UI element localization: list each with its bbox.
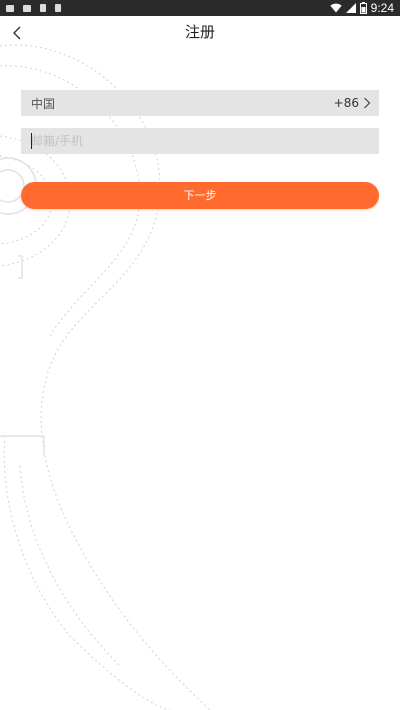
chevron-right-icon [364, 97, 371, 109]
account-input[interactable] [21, 128, 379, 154]
text-cursor [31, 133, 32, 149]
status-time: 9:24 [370, 1, 394, 15]
keyboard-icon [6, 4, 14, 12]
message-icon [23, 4, 31, 12]
notification-icons [6, 3, 61, 13]
app-icon [55, 4, 61, 12]
battery-icon [359, 2, 367, 14]
country-name: 中国 [31, 96, 56, 111]
country-selector[interactable]: 中国 +86 [21, 90, 379, 116]
background-decoration [0, 44, 211, 710]
system-icons: 9:24 [329, 1, 394, 15]
cell-signal-icon [345, 3, 356, 13]
next-button[interactable]: 下一步 [21, 182, 379, 209]
country-code: +86 [333, 96, 359, 110]
wifi-icon [329, 3, 342, 13]
page-title: 注册 [184, 23, 215, 41]
status-bar: 9:24 [0, 0, 400, 16]
nav-header: 注册 [0, 16, 400, 50]
download-icon [40, 4, 46, 12]
